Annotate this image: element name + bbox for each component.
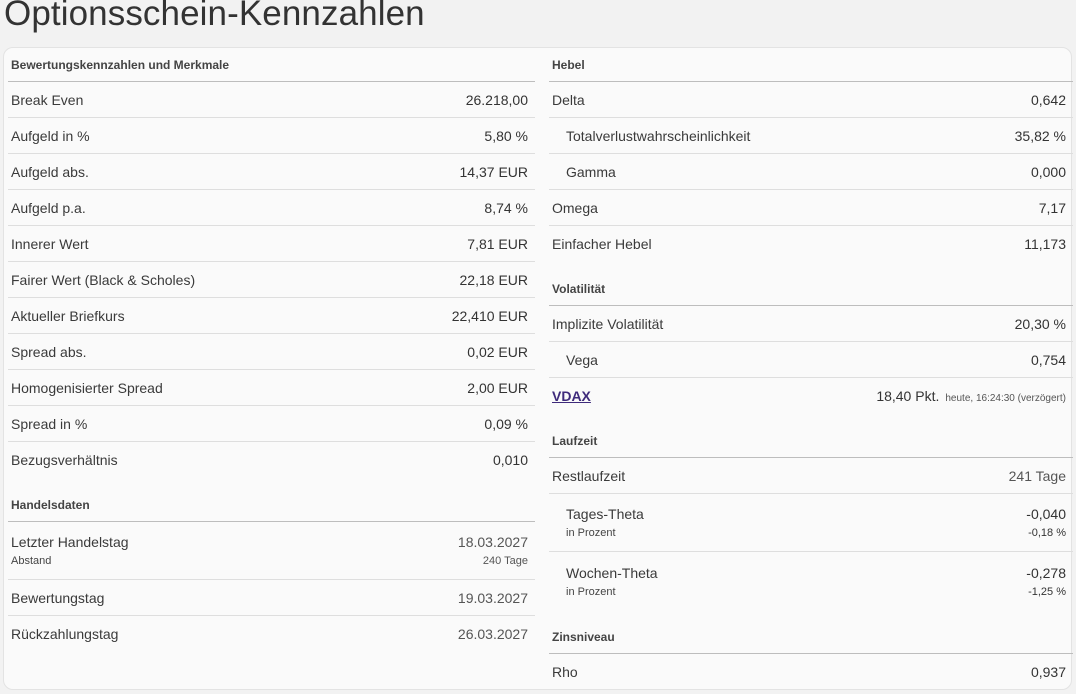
row-label: Break Even xyxy=(11,91,84,108)
row-label: Tages-Theta xyxy=(566,506,644,522)
row-einfacher-hebel: Einfacher Hebel 11,173 xyxy=(549,226,1073,262)
row-rho: Rho 0,937 xyxy=(549,654,1073,690)
row-value: 0,754 xyxy=(1030,351,1066,368)
row-vega: Vega 0,754 xyxy=(549,342,1073,378)
row-label: Delta xyxy=(552,91,585,108)
row-value: 0,09 % xyxy=(484,415,528,432)
row-label: Aufgeld in % xyxy=(11,127,90,144)
row-spread-prozent: Spread in % 0,09 % xyxy=(8,406,535,442)
row-label: Aufgeld abs. xyxy=(11,163,89,180)
row-label: Aufgeld p.a. xyxy=(11,199,86,216)
row-break-even: Break Even 26.218,00 xyxy=(8,82,535,118)
row-label: Implizite Volatilität xyxy=(552,315,664,332)
page-title: Optionsschein-Kennzahlen xyxy=(4,0,425,33)
row-value: 26.218,00 xyxy=(465,91,528,108)
vdax-value-group: 18,40 Pkt. heute, 16:24:30 (verzögert) xyxy=(876,388,1066,404)
row-value: 22,18 EUR xyxy=(459,271,528,288)
row-value: 5,80 % xyxy=(484,127,528,144)
section-title-handelsdaten: Handelsdaten xyxy=(8,488,535,522)
row-delta: Delta 0,642 xyxy=(549,82,1073,118)
row-label: Innerer Wert xyxy=(11,235,89,252)
row-label: Vega xyxy=(566,351,598,368)
row-value: 19.03.2027 xyxy=(457,589,528,606)
row-label: Rückzahlungstag xyxy=(11,626,119,642)
row-label: Homogenisierter Spread xyxy=(11,379,163,396)
section-title-hebel: Hebel xyxy=(549,48,1073,82)
row-aufgeld-prozent: Aufgeld in % 5,80 % xyxy=(8,118,535,154)
row-label: Omega xyxy=(552,199,598,216)
row-label: Fairer Wert (Black & Scholes) xyxy=(11,271,196,288)
row-value: 11,173 xyxy=(1024,236,1066,252)
left-column: Bewertungskennzahlen und Merkmale Break … xyxy=(8,48,535,652)
row-label: Einfacher Hebel xyxy=(552,236,652,252)
row-label: Aktueller Briefkurs xyxy=(11,307,125,324)
row-bewertungstag: Bewertungstag 19.03.2027 xyxy=(8,580,535,616)
row-label: Bezugsverhältnis xyxy=(11,452,118,468)
row-aufgeld-pa: Aufgeld p.a. 8,74 % xyxy=(8,190,535,226)
vdax-timestamp: heute, 16:24:30 (verzögert) xyxy=(945,393,1066,404)
row-sub-value: -0,18 % xyxy=(1028,527,1066,539)
row-value: 241 Tage xyxy=(1008,467,1066,484)
section-title-volatilitaet: Volatilität xyxy=(549,272,1073,306)
row-value: 0,937 xyxy=(1030,664,1066,680)
row-sub-value: 240 Tage xyxy=(482,555,528,567)
row-spread-abs: Spread abs. 0,02 EUR xyxy=(8,334,535,370)
row-label: Restlaufzeit xyxy=(552,467,626,484)
row-wochen-theta: Wochen-Theta -0,278 in Prozent -1,25 % xyxy=(549,552,1073,610)
row-label: Spread abs. xyxy=(11,343,87,360)
row-value: 0,642 xyxy=(1030,91,1066,108)
row-tages-theta: Tages-Theta -0,040 in Prozent -0,18 % xyxy=(549,494,1073,552)
row-value: 20,30 % xyxy=(1014,315,1066,332)
row-value: 22,410 EUR xyxy=(451,307,528,324)
row-label: Wochen-Theta xyxy=(566,564,658,581)
row-letzter-handelstag: Letzter Handelstag 18.03.2027 Abstand 24… xyxy=(8,522,535,580)
row-sub-label: Abstand xyxy=(11,555,52,567)
row-aufgeld-abs: Aufgeld abs. 14,37 EUR xyxy=(8,154,535,190)
row-implizite-volatilitaet: Implizite Volatilität 20,30 % xyxy=(549,306,1073,342)
row-homogenisierter-spread: Homogenisierter Spread 2,00 EUR xyxy=(8,370,535,406)
row-value: 2,00 EUR xyxy=(467,379,528,396)
row-value: 14,37 EUR xyxy=(459,163,528,180)
row-label: Rho xyxy=(552,664,578,680)
row-briefkurs: Aktueller Briefkurs 22,410 EUR xyxy=(8,298,535,334)
row-fairer-wert: Fairer Wert (Black & Scholes) 22,18 EUR xyxy=(8,262,535,298)
row-rueckzahlungstag: Rückzahlungstag 26.03.2027 xyxy=(8,616,535,652)
row-value: -0,278 xyxy=(1026,564,1066,581)
row-value: 18.03.2027 xyxy=(457,534,528,550)
row-value: 35,82 % xyxy=(1014,127,1066,144)
row-omega: Omega 7,17 xyxy=(549,190,1073,226)
section-title-zinsniveau: Zinsniveau xyxy=(549,620,1073,654)
row-label: Gamma xyxy=(566,163,616,180)
right-column: Hebel Delta 0,642 Totalverlustwahrschein… xyxy=(549,48,1073,690)
row-value: 8,74 % xyxy=(484,199,528,216)
row-label: Letzter Handelstag xyxy=(11,534,129,550)
row-value: 0,010 xyxy=(492,452,528,468)
row-value: 7,81 EUR xyxy=(467,235,528,252)
row-value: 0,02 EUR xyxy=(467,343,528,360)
row-label: Bewertungstag xyxy=(11,589,105,606)
row-sub-label: in Prozent xyxy=(566,527,616,539)
vdax-link[interactable]: VDAX xyxy=(552,388,591,404)
row-value: 26.03.2027 xyxy=(457,626,528,642)
row-sub-value: -1,25 % xyxy=(1028,585,1066,598)
row-sub-label: in Prozent xyxy=(566,585,616,598)
row-vdax: VDAX 18,40 Pkt. heute, 16:24:30 (verzöge… xyxy=(549,378,1073,414)
row-bezugsverhaeltnis: Bezugsverhältnis 0,010 xyxy=(8,442,535,478)
row-value: 18,40 Pkt. xyxy=(876,388,940,404)
row-value: 7,17 xyxy=(1038,199,1066,216)
section-title-laufzeit: Laufzeit xyxy=(549,424,1073,458)
row-totalverlust: Totalverlustwahrscheinlichkeit 35,82 % xyxy=(549,118,1073,154)
row-innerer-wert: Innerer Wert 7,81 EUR xyxy=(8,226,535,262)
row-gamma: Gamma 0,000 xyxy=(549,154,1073,190)
row-label: Spread in % xyxy=(11,415,88,432)
section-title-bewertung: Bewertungskennzahlen und Merkmale xyxy=(8,48,535,82)
row-value: 0,000 xyxy=(1030,163,1066,180)
kennzahlen-card: Bewertungskennzahlen und Merkmale Break … xyxy=(3,47,1073,690)
row-restlaufzeit: Restlaufzeit 241 Tage xyxy=(549,458,1073,494)
row-label: Totalverlustwahrscheinlichkeit xyxy=(566,127,751,144)
row-value: -0,040 xyxy=(1026,506,1066,522)
